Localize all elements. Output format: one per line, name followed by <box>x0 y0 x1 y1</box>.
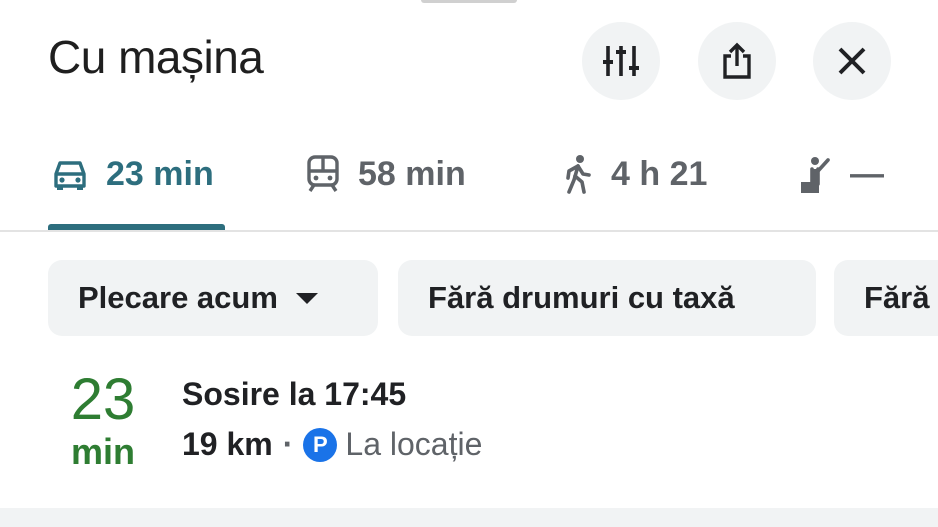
departure-time-chip[interactable]: Plecare acum <box>48 260 378 336</box>
tab-transit-label: 58 min <box>358 155 466 193</box>
ride-hail-icon <box>801 157 830 193</box>
route-summary[interactable]: 23 min Sosire la 17:45 19 km · P La loca… <box>0 360 938 500</box>
drag-handle[interactable] <box>421 0 517 3</box>
more-options-label: Fără <box>864 280 930 315</box>
page-title: Cu mașina <box>48 31 264 83</box>
chevron-down-icon <box>295 292 318 304</box>
departure-time-label: Plecare acum <box>78 280 278 315</box>
directions-sheet: Cu mașina 23 min 58 min 4 h 21 — Plecare… <box>0 0 938 527</box>
route-duration-value: 23 <box>70 367 136 432</box>
share-button[interactable] <box>698 22 776 100</box>
parking-text: La locație <box>345 426 483 462</box>
tab-ride[interactable]: — <box>800 140 884 232</box>
route-duration-unit: min <box>70 431 135 472</box>
sliders-icon <box>603 46 639 76</box>
parking-icon: P <box>303 427 338 462</box>
car-icon <box>54 161 86 190</box>
more-options-chip[interactable]: Fără <box>834 260 938 336</box>
tab-transit[interactable]: 58 min <box>306 140 466 232</box>
avoid-tolls-label: Fără drumuri cu taxă <box>428 280 735 315</box>
travel-mode-tabs: 23 min 58 min 4 h 21 — <box>0 140 938 232</box>
route-options-button[interactable] <box>582 22 660 100</box>
route-details: 19 km · P La locație <box>182 426 482 463</box>
separator: · <box>282 426 294 462</box>
close-icon <box>838 47 866 75</box>
divider <box>0 230 938 232</box>
route-distance: 19 km <box>182 426 273 462</box>
tab-car[interactable]: 23 min <box>52 140 214 232</box>
tab-car-label: 23 min <box>106 155 214 193</box>
avoid-tolls-chip[interactable]: Fără drumuri cu taxă <box>398 260 816 336</box>
tab-walk-label: 4 h 21 <box>611 155 708 193</box>
tab-walk[interactable]: 4 h 21 <box>563 140 707 232</box>
next-section-edge <box>0 508 938 527</box>
train-icon <box>307 155 339 192</box>
tab-ride-label: — <box>850 155 884 193</box>
close-button[interactable] <box>813 22 891 100</box>
walking-icon <box>566 155 591 194</box>
arrival-time: Sosire la 17:45 <box>182 376 407 412</box>
route-duration: 23 min <box>48 370 158 472</box>
share-icon <box>723 42 751 79</box>
